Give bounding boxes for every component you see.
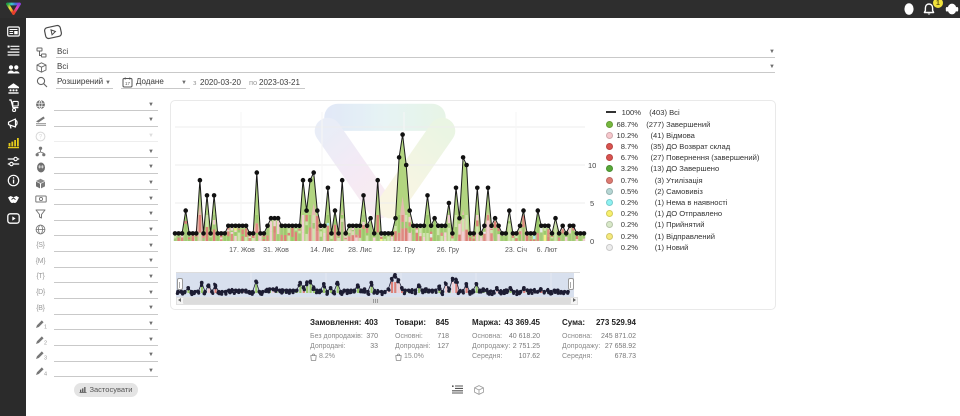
svg-text:3: 3 — [44, 356, 47, 361]
svg-text:4: 4 — [44, 371, 47, 376]
svg-text:?: ? — [39, 134, 43, 140]
svg-text:1: 1 — [44, 324, 47, 329]
svg-text:2: 2 — [44, 340, 47, 345]
